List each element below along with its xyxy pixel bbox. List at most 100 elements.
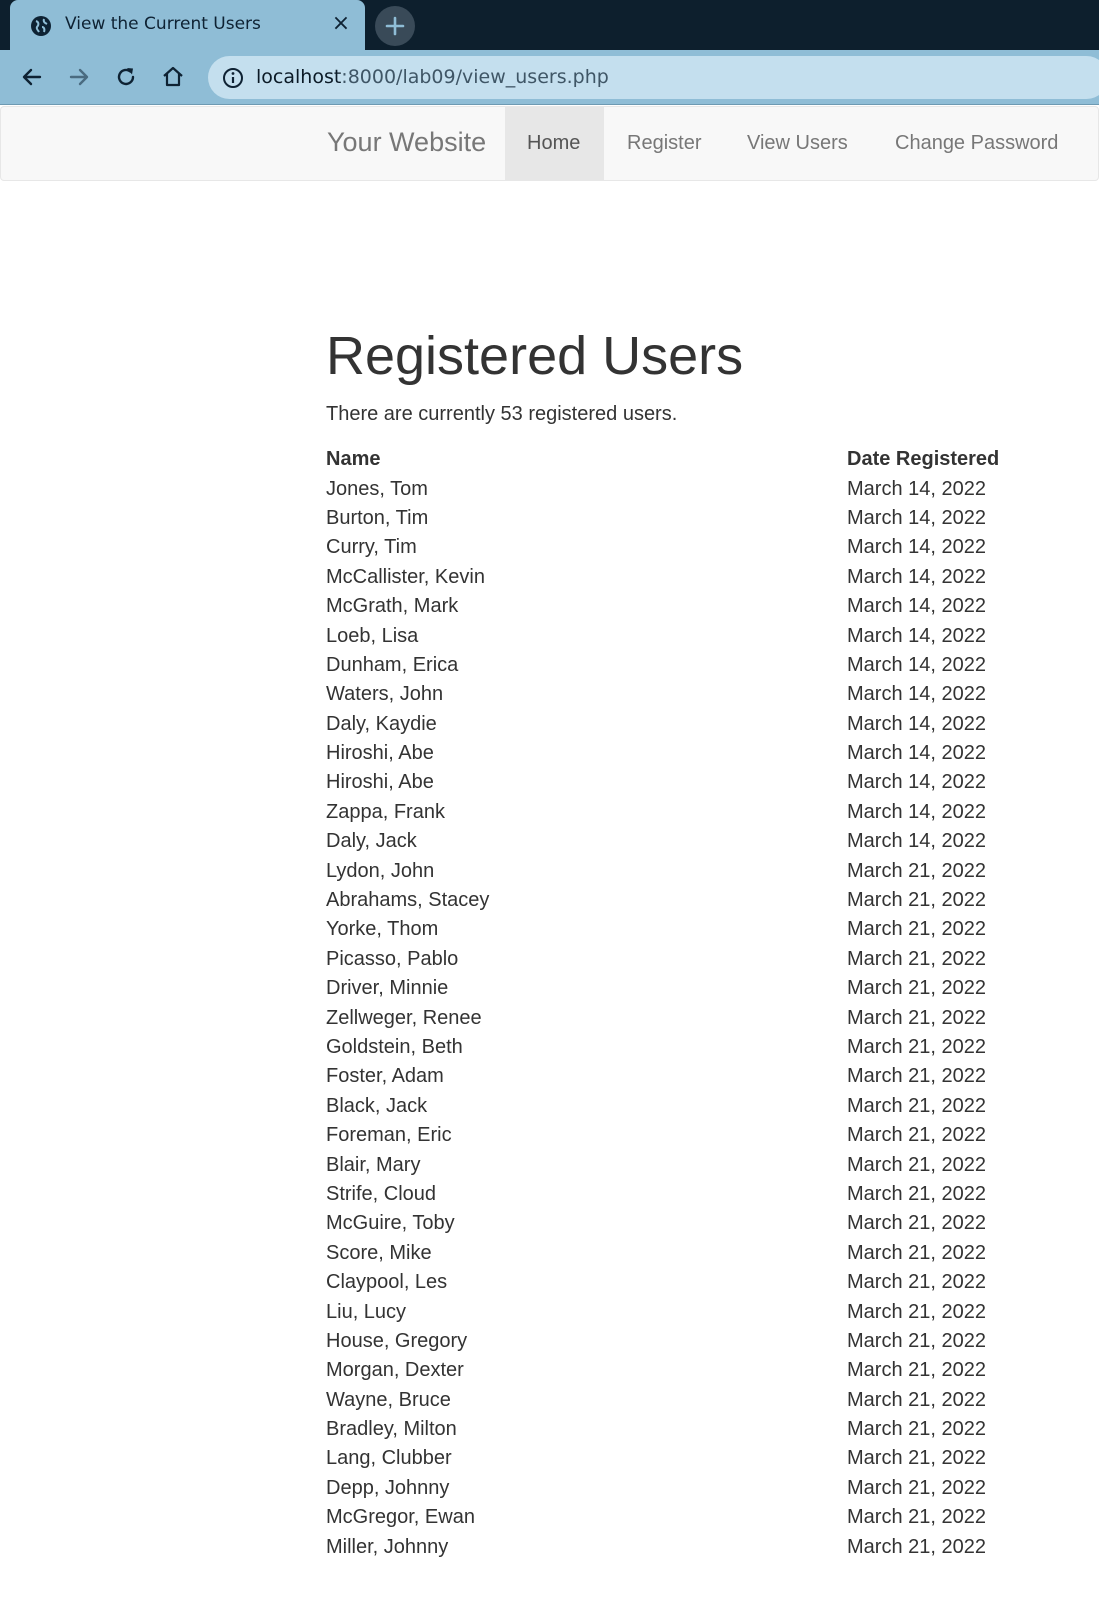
date-registered-cell: March 21, 2022 xyxy=(847,1418,986,1441)
date-registered-cell: March 21, 2022 xyxy=(847,1241,986,1264)
summary-prefix: There are currently xyxy=(326,403,501,425)
table-row: House, Gregory March 21, 2022 xyxy=(326,1327,1047,1356)
globe-icon xyxy=(30,15,52,37)
date-registered-cell: March 21, 2022 xyxy=(847,1359,986,1382)
date-registered-cell: March 14, 2022 xyxy=(847,830,986,853)
plus-icon[interactable] xyxy=(375,6,415,46)
date-registered-cell: March 21, 2022 xyxy=(847,1535,986,1558)
date-registered-cell: March 14, 2022 xyxy=(847,506,986,529)
date-registered-cell: March 14, 2022 xyxy=(847,683,986,706)
users-table: Name Date Registered Jones, Tom March 14,… xyxy=(326,445,1047,1562)
user-name-cell: Bradley, Milton xyxy=(326,1418,457,1441)
table-row: Hiroshi, Abe March 14, 2022 xyxy=(326,739,1047,768)
user-name-cell: Strife, Cloud xyxy=(326,1182,437,1205)
page-title: Registered Users xyxy=(326,326,744,386)
table-row: McGuire, Toby March 21, 2022 xyxy=(326,1209,1047,1238)
table-row: Loeb, Lisa March 14, 2022 xyxy=(326,621,1047,650)
reload-icon[interactable] xyxy=(111,62,141,92)
nav-item-home[interactable]: Home xyxy=(505,107,604,180)
date-registered-cell: March 14, 2022 xyxy=(847,800,986,823)
user-name-cell: Driver, Minnie xyxy=(326,977,449,1000)
url-path: :8000/lab09/view_users.php xyxy=(341,66,609,88)
user-name-cell: McCallister, Kevin xyxy=(326,565,485,588)
home-icon[interactable] xyxy=(158,62,188,92)
table-row: Depp, Johnny March 21, 2022 xyxy=(326,1474,1047,1503)
user-count: 53 xyxy=(500,403,523,425)
user-name-cell: Daly, Kaydie xyxy=(326,712,437,735)
url-host: localhost xyxy=(256,66,342,88)
date-registered-cell: March 21, 2022 xyxy=(847,1447,986,1470)
table-row: Black, Jack March 21, 2022 xyxy=(326,1092,1047,1121)
date-registered-cell: March 21, 2022 xyxy=(847,1476,986,1499)
user-name-cell: Curry, Tim xyxy=(326,536,417,559)
arrow-left-icon[interactable] xyxy=(17,62,47,92)
user-name-cell: Morgan, Dexter xyxy=(326,1359,464,1382)
table-row: Claypool, Les March 21, 2022 xyxy=(326,1268,1047,1297)
arrow-right-icon[interactable] xyxy=(64,62,94,92)
table-row: Jones, Tom March 14, 2022 xyxy=(326,474,1047,503)
user-name-cell: Abrahams, Stacey xyxy=(326,889,490,912)
column-header-name: Name xyxy=(326,448,381,471)
users-table-body: Jones, Tom March 14, 2022 Burton, Tim March… xyxy=(326,474,1047,1561)
date-registered-cell: March 21, 2022 xyxy=(847,918,986,941)
nav-item-register[interactable]: Register xyxy=(605,107,723,180)
navbar-brand[interactable]: Your Website xyxy=(327,127,486,158)
user-name-cell: Dunham, Erica xyxy=(326,653,459,676)
date-registered-cell: March 21, 2022 xyxy=(847,1065,986,1088)
user-name-cell: McGregor, Ewan xyxy=(326,1506,475,1529)
nav-item-change-password[interactable]: Change Password xyxy=(873,107,1080,180)
table-row: Lang, Clubber March 21, 2022 xyxy=(326,1444,1047,1473)
date-registered-cell: March 21, 2022 xyxy=(847,1124,986,1147)
date-registered-cell: March 21, 2022 xyxy=(847,1153,986,1176)
table-row: Blair, Mary March 21, 2022 xyxy=(326,1150,1047,1179)
user-count-summary: There are currently 53 registered users. xyxy=(326,403,677,426)
user-name-cell: Score, Mike xyxy=(326,1241,432,1264)
browser-toolbar: localhost:8000/lab09/view_users.php xyxy=(0,50,1099,105)
table-row: McGregor, Ewan March 21, 2022 xyxy=(326,1503,1047,1532)
user-name-cell: House, Gregory xyxy=(326,1329,468,1352)
tab-title: View the Current Users xyxy=(65,14,261,34)
user-name-cell: McGuire, Toby xyxy=(326,1212,455,1235)
user-name-cell: Loeb, Lisa xyxy=(326,624,419,647)
user-name-cell: Picasso, Pablo xyxy=(326,947,459,970)
date-registered-cell: March 21, 2022 xyxy=(847,1300,986,1323)
info-icon[interactable] xyxy=(222,67,244,89)
table-row: Waters, John March 14, 2022 xyxy=(326,680,1047,709)
table-row: Abrahams, Stacey March 21, 2022 xyxy=(326,886,1047,915)
url-text[interactable]: localhost:8000/lab09/view_users.php xyxy=(256,66,609,88)
browser-tab[interactable]: View the Current Users × xyxy=(10,0,365,50)
address-bar[interactable]: localhost:8000/lab09/view_users.php xyxy=(208,56,1099,99)
user-name-cell: Miller, Johnny xyxy=(326,1535,449,1558)
date-registered-cell: March 14, 2022 xyxy=(847,771,986,794)
user-name-cell: Liu, Lucy xyxy=(326,1300,407,1323)
user-name-cell: Blair, Mary xyxy=(326,1153,421,1176)
date-registered-cell: March 14, 2022 xyxy=(847,742,986,765)
site-navbar: Your Website Home Register View Users Ch… xyxy=(0,106,1099,181)
table-row: Dunham, Erica March 14, 2022 xyxy=(326,651,1047,680)
date-registered-cell: March 14, 2022 xyxy=(847,595,986,618)
date-registered-cell: March 14, 2022 xyxy=(847,536,986,559)
close-icon[interactable]: × xyxy=(331,13,351,35)
user-name-cell: Claypool, Les xyxy=(326,1271,448,1294)
user-name-cell: Goldstein, Beth xyxy=(326,1036,463,1058)
user-name-cell: Hiroshi, Abe xyxy=(326,742,434,765)
table-row: Liu, Lucy March 21, 2022 xyxy=(326,1297,1047,1326)
user-name-cell: Daly, Jack xyxy=(326,830,417,853)
table-row: Burton, Tim March 14, 2022 xyxy=(326,504,1047,533)
table-row: Hiroshi, Abe March 14, 2022 xyxy=(326,768,1047,797)
user-name-cell: Jones, Tom xyxy=(326,477,428,500)
table-row: Daly, Jack March 14, 2022 xyxy=(326,827,1047,856)
date-registered-cell: March 14, 2022 xyxy=(847,712,986,735)
table-row: Foster, Adam March 21, 2022 xyxy=(326,1062,1047,1091)
table-row: Yorke, Thom March 21, 2022 xyxy=(326,915,1047,944)
table-row: Picasso, Pablo March 21, 2022 xyxy=(326,945,1047,974)
user-name-cell: Depp, Johnny xyxy=(326,1476,450,1499)
user-name-cell: Foreman, Eric xyxy=(326,1124,452,1147)
date-registered-cell: March 21, 2022 xyxy=(847,859,986,882)
date-registered-cell: March 21, 2022 xyxy=(847,1329,986,1352)
table-row: Daly, Kaydie March 14, 2022 xyxy=(326,710,1047,739)
nav-item-view-users[interactable]: View Users xyxy=(725,107,870,180)
table-row: Goldstein, Beth March 21, 2022 xyxy=(326,1033,1047,1062)
table-row: Zappa, Frank March 14, 2022 xyxy=(326,798,1047,827)
table-header-row: Name Date Registered xyxy=(326,445,1047,474)
